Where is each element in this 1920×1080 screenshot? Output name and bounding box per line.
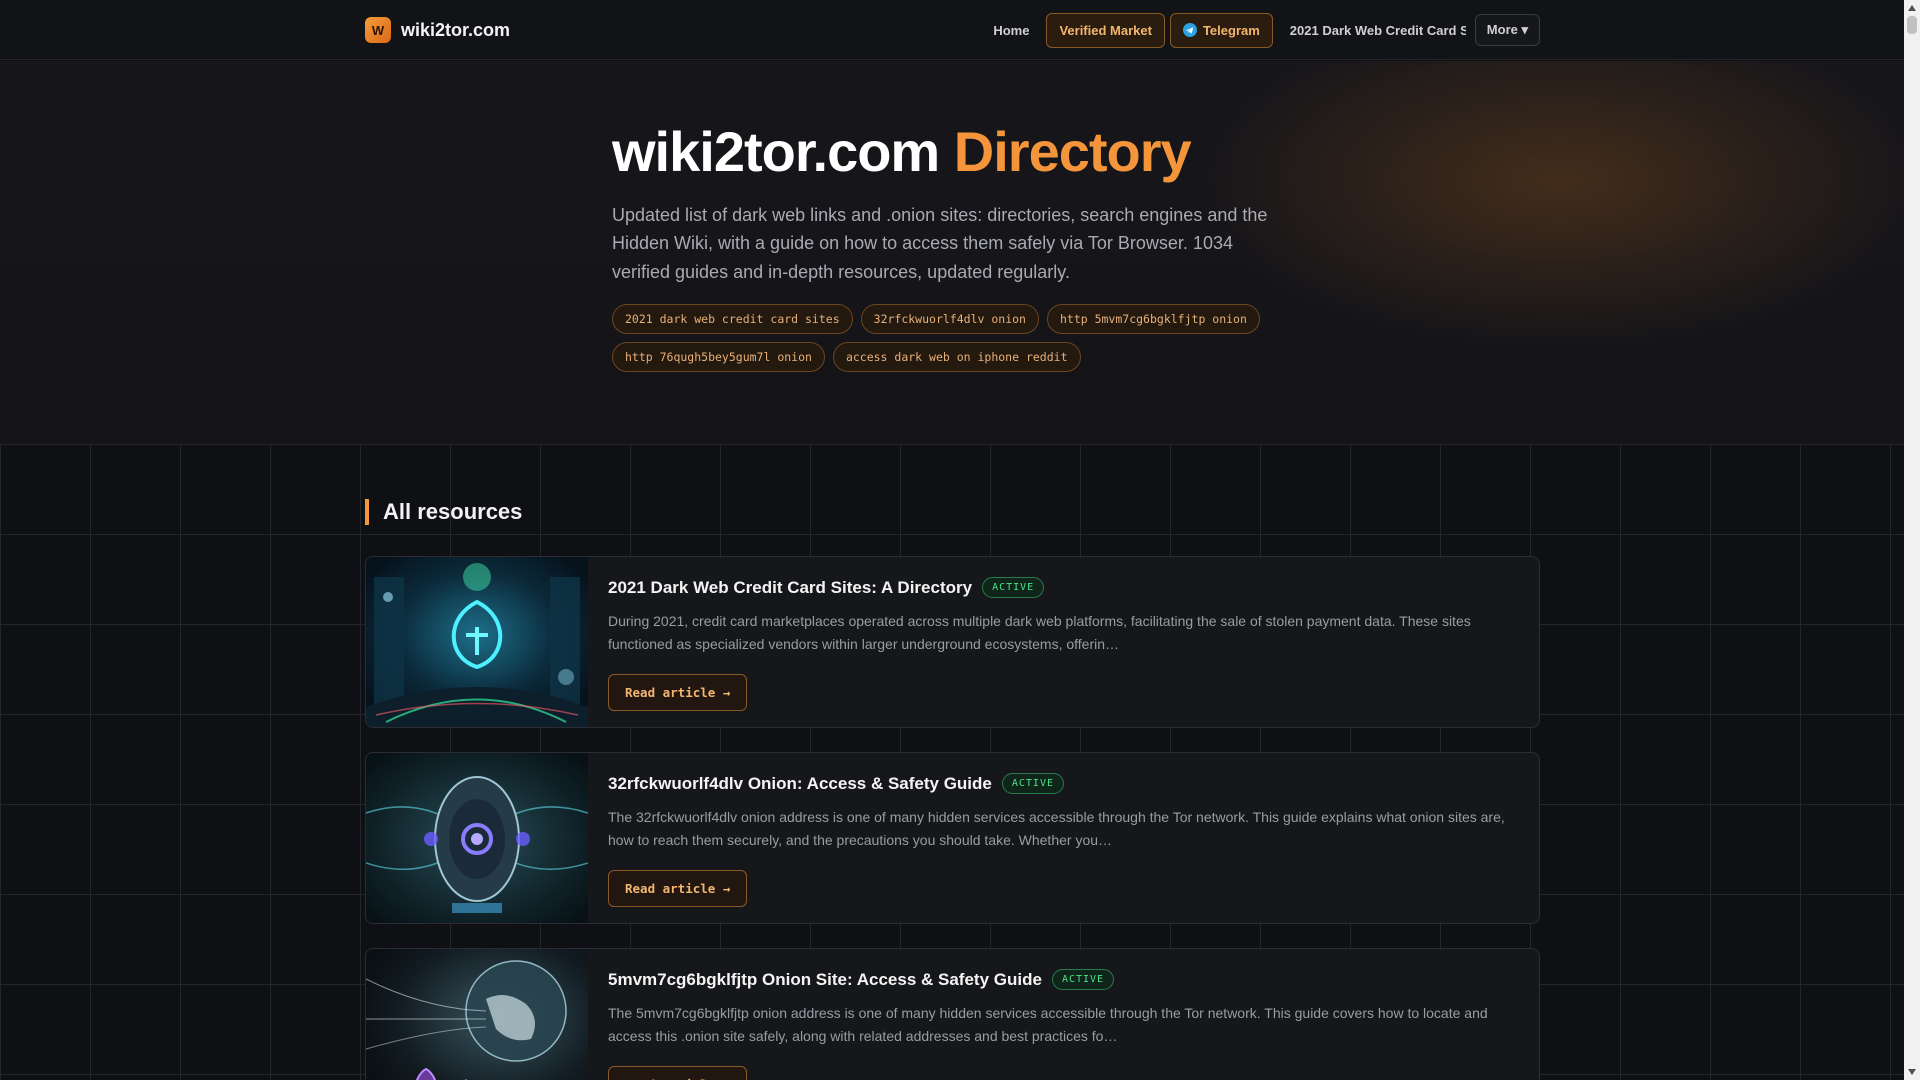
card-body: 2021 Dark Web Credit Card Sites: A Direc…: [608, 577, 1511, 711]
nav-inner: W wiki2tor.com Home Verified Market Tele…: [365, 0, 1540, 60]
page-title-main: wiki2tor.com: [612, 120, 940, 183]
tag-chip[interactable]: http 5mvm7cg6bgklfjtp onion: [1046, 304, 1260, 335]
card-header: 5mvm7cg6bgklfjtp Onion Site: Access & Sa…: [608, 969, 1511, 990]
page-title: wiki2tor.com Directory: [612, 121, 1292, 183]
resources-section: All resources 2021 Dark Web Credit Card …: [0, 444, 1904, 1080]
hero-content: wiki2tor.com Directory Updated list of d…: [612, 121, 1292, 373]
hero-description: Updated list of dark web links and .onio…: [612, 204, 1268, 282]
scroll-up-arrow-icon[interactable]: [1908, 5, 1916, 11]
read-article-button[interactable]: Read article →: [608, 1066, 748, 1080]
brand-logo-icon: W: [365, 17, 391, 43]
brand-name: wiki2tor.com: [401, 19, 511, 40]
tag-chip[interactable]: 32rfckwuorlf4dlv onion: [860, 304, 1039, 335]
card-thumbnail-image[interactable]: [366, 753, 588, 923]
read-article-button[interactable]: Read article →: [608, 674, 748, 711]
telegram-label: Telegram: [1202, 22, 1260, 38]
tag-chip[interactable]: access dark web on iphone reddit: [832, 342, 1081, 373]
resource-card: 32rfckwuorlf4dlv Onion: Access & Safety …: [365, 752, 1540, 924]
tag-chip[interactable]: http 76qugh5bey5gum7l onion: [612, 342, 825, 373]
nav-links: Home Verified Market Telegram 2021 Dark …: [981, 12, 1540, 48]
top-nav: W wiki2tor.com Home Verified Market Tele…: [0, 0, 1904, 60]
hero-section: wiki2tor.com Directory Updated list of d…: [0, 61, 1904, 444]
nav-credit-card-link[interactable]: 2021 Dark Web Credit Card Si: [1278, 14, 1466, 47]
card-title-link[interactable]: 2021 Dark Web Credit Card Sites: A Direc…: [608, 578, 972, 598]
nav-verified-market-button[interactable]: Verified Market: [1046, 12, 1165, 48]
card-title-link[interactable]: 5mvm7cg6bgklfjtp Onion Site: Access & Sa…: [608, 970, 1042, 990]
telegram-icon: [1182, 23, 1197, 37]
page-scrollbar[interactable]: [1904, 0, 1920, 1080]
card-description: The 5mvm7cg6bgklfjtp onion address is on…: [608, 1005, 1488, 1044]
card-body: 5mvm7cg6bgklfjtp Onion Site: Access & Sa…: [608, 969, 1511, 1080]
read-article-button[interactable]: Read article →: [608, 870, 748, 907]
card-header: 32rfckwuorlf4dlv Onion: Access & Safety …: [608, 773, 1511, 794]
nav-more-dropdown[interactable]: More ▾: [1474, 14, 1540, 46]
tag-list: 2021 dark web credit card sites 32rfckwu…: [612, 304, 1292, 373]
card-thumbnail-image[interactable]: [366, 949, 588, 1080]
card-description: The 32rfckwuorlf4dlv onion address is on…: [608, 809, 1505, 848]
card-title-link[interactable]: 32rfckwuorlf4dlv Onion: Access & Safety …: [608, 774, 992, 794]
status-badge: ACTIVE: [982, 577, 1045, 598]
tag-chip[interactable]: 2021 dark web credit card sites: [612, 304, 853, 335]
status-badge: ACTIVE: [1001, 773, 1064, 794]
nav-telegram-button[interactable]: Telegram: [1169, 12, 1273, 48]
card-body: 32rfckwuorlf4dlv Onion: Access & Safety …: [608, 773, 1511, 907]
card-description: During 2021, credit card marketplaces op…: [608, 613, 1471, 652]
section-title: All resources: [365, 499, 522, 525]
nav-home-link[interactable]: Home: [981, 14, 1041, 47]
brand-link[interactable]: W wiki2tor.com: [365, 17, 510, 43]
card-header: 2021 Dark Web Credit Card Sites: A Direc…: [608, 577, 1511, 598]
scrollbar-thumb[interactable]: [1907, 16, 1917, 34]
status-badge: ACTIVE: [1051, 969, 1115, 990]
card-thumbnail-image[interactable]: [366, 557, 588, 727]
resource-card: 5mvm7cg6bgklfjtp Onion Site: Access & Sa…: [365, 948, 1540, 1080]
resource-card: 2021 Dark Web Credit Card Sites: A Direc…: [365, 556, 1540, 728]
scroll-down-arrow-icon[interactable]: [1908, 1069, 1916, 1075]
page-title-accent: Directory: [953, 120, 1192, 183]
